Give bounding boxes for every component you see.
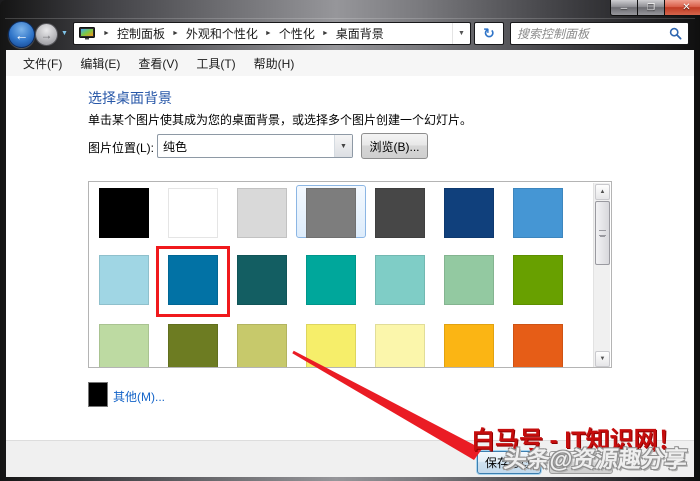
search-input[interactable] — [517, 27, 669, 41]
page-title: 选择桌面背景 — [88, 88, 172, 108]
color-swatch[interactable] — [168, 188, 218, 238]
color-swatch[interactable] — [513, 188, 563, 238]
back-icon: ← — [15, 27, 29, 43]
color-swatch[interactable] — [99, 255, 149, 305]
color-swatch[interactable] — [375, 324, 425, 368]
picture-location-label: 图片位置(L): — [88, 139, 154, 156]
arrow-up-icon: ▲ — [600, 189, 606, 195]
forward-button[interactable]: → — [35, 23, 58, 46]
breadcrumb-desktop-background[interactable]: 桌面背景 — [333, 23, 387, 44]
address-dropdown-button[interactable]: ▼ — [452, 23, 470, 44]
color-swatch[interactable] — [99, 324, 149, 368]
back-button[interactable]: ← — [8, 21, 35, 48]
close-icon: ✕ — [682, 2, 690, 13]
caption-buttons: ─ ❒ ✕ — [610, 0, 700, 17]
picture-location-value: 纯色 — [158, 138, 334, 155]
forward-icon: → — [41, 28, 53, 42]
chevron-down-icon: ▼ — [458, 30, 465, 37]
arrow-down-icon: ▼ — [600, 356, 606, 362]
color-swatch[interactable] — [306, 188, 356, 238]
palette-scrollbar[interactable]: ▲ ▼ — [593, 183, 610, 368]
color-swatch[interactable] — [513, 255, 563, 305]
color-swatch[interactable] — [375, 255, 425, 305]
scroll-up-button[interactable]: ▲ — [595, 184, 610, 200]
picture-location-select[interactable]: 纯色 ▼ — [157, 134, 353, 158]
breadcrumb-arrow-icon: ► — [261, 30, 276, 37]
breadcrumb-personalization[interactable]: 个性化 — [276, 23, 318, 44]
close-button[interactable]: ✕ — [665, 0, 700, 16]
refresh-icon: ↻ — [483, 25, 495, 42]
watermark-gray-text: 头条@资源趣分享 — [502, 440, 689, 474]
browse-button[interactable]: 浏览(B)... — [361, 133, 428, 159]
menu-tools[interactable]: 工具(T) — [187, 51, 244, 76]
search-icon — [669, 27, 682, 40]
breadcrumb-arrow-icon: ► — [318, 30, 333, 37]
color-swatch[interactable] — [306, 324, 356, 368]
minimize-icon: ─ — [621, 3, 627, 13]
other-color-swatch[interactable] — [88, 382, 108, 407]
recent-pages-dropdown[interactable]: ▼ — [61, 30, 68, 37]
maximize-button[interactable]: ❒ — [638, 0, 665, 16]
maximize-icon: ❒ — [647, 2, 655, 13]
breadcrumb-appearance[interactable]: 外观和个性化 — [183, 23, 261, 44]
color-swatch[interactable] — [375, 188, 425, 238]
chevron-down-icon: ▼ — [61, 30, 68, 37]
annotation-red-box — [156, 246, 230, 317]
color-swatch[interactable] — [237, 255, 287, 305]
color-swatch[interactable] — [513, 324, 563, 368]
combo-arrow-button[interactable]: ▼ — [334, 135, 352, 157]
menu-bar: 文件(F) 编辑(E) 查看(V) 工具(T) 帮助(H) — [6, 50, 694, 76]
window-content: 文件(F) 编辑(E) 查看(V) 工具(T) 帮助(H) 选择桌面背景 单击某… — [6, 50, 694, 477]
color-swatch[interactable] — [237, 188, 287, 238]
color-swatch[interactable] — [237, 324, 287, 368]
address-bar[interactable]: ► 控制面板 ► 外观和个性化 ► 个性化 ► 桌面背景 ▼ — [73, 22, 471, 45]
breadcrumb-arrow-icon: ► — [168, 30, 183, 37]
minimize-button[interactable]: ─ — [610, 0, 638, 16]
personalization-icon — [79, 27, 95, 40]
scrollbar-thumb[interactable] — [595, 201, 610, 265]
breadcrumb-control-panel[interactable]: 控制面板 — [114, 23, 168, 44]
page-description: 单击某个图片使其成为您的桌面背景，或选择多个图片创建一个幻灯片。 — [88, 111, 472, 128]
color-swatch[interactable] — [444, 324, 494, 368]
search-box[interactable] — [510, 22, 689, 45]
color-swatch[interactable] — [168, 324, 218, 368]
color-swatch[interactable] — [444, 188, 494, 238]
menu-view[interactable]: 查看(V) — [129, 51, 187, 76]
desktop-background-window: ─ ❒ ✕ ← → ▼ ► 控制面板 ► 外观和个性化 ► 个性化 ► 桌面背景 — [0, 0, 700, 481]
navigation-bar: ← → ▼ ► 控制面板 ► 外观和个性化 ► 个性化 ► 桌面背景 ▼ ↻ — [0, 18, 700, 50]
scroll-down-button[interactable]: ▼ — [595, 351, 610, 367]
color-swatch[interactable] — [99, 188, 149, 238]
color-swatch[interactable] — [444, 255, 494, 305]
breadcrumb-arrow-icon: ► — [99, 30, 114, 37]
browse-label: 浏览(B)... — [370, 138, 420, 155]
color-swatch[interactable] — [306, 255, 356, 305]
refresh-button[interactable]: ↻ — [474, 22, 504, 45]
menu-help[interactable]: 帮助(H) — [245, 51, 304, 76]
menu-edit[interactable]: 编辑(E) — [71, 51, 129, 76]
other-colors-link[interactable]: 其他(M)... — [113, 388, 165, 405]
menu-file[interactable]: 文件(F) — [14, 51, 71, 76]
grip-icon — [599, 230, 606, 236]
chevron-down-icon: ▼ — [340, 143, 347, 150]
